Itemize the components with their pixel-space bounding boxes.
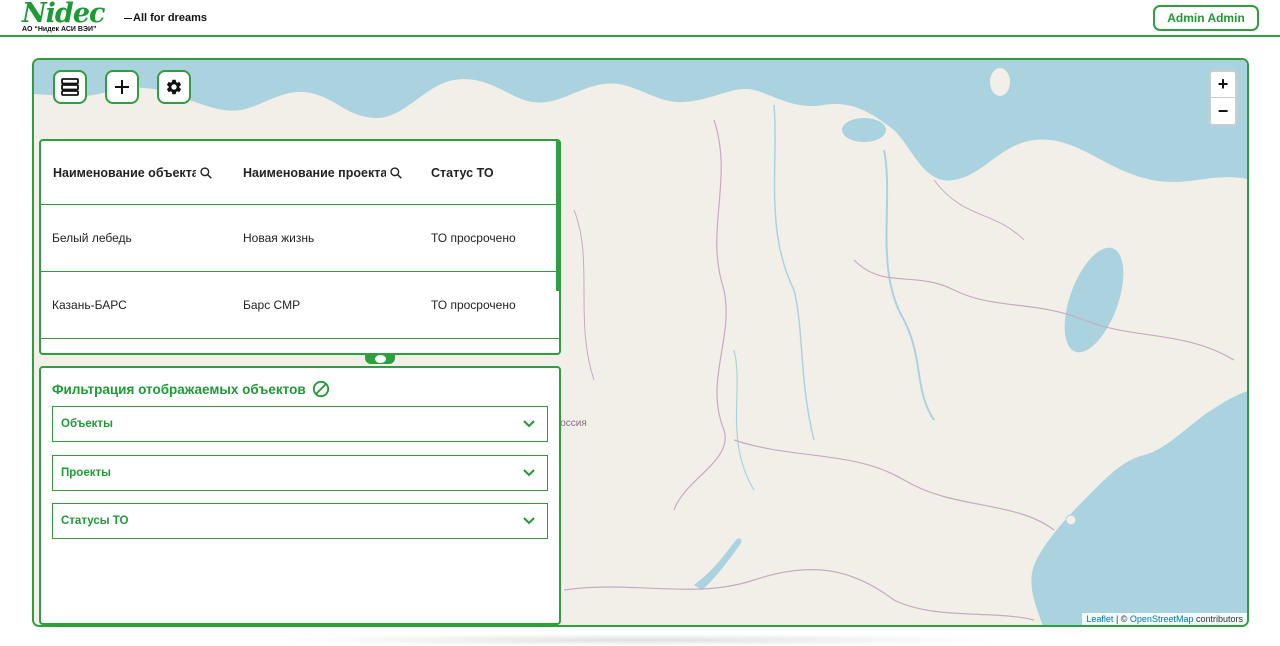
cell-status: ТО просрочено: [431, 298, 516, 312]
leaflet-link[interactable]: Leaflet: [1086, 614, 1113, 624]
search-icon[interactable]: [389, 166, 403, 180]
cell-status: ТО просрочено: [431, 231, 516, 245]
chevron-down-icon: [523, 420, 535, 428]
osm-link[interactable]: OpenStreetMap: [1130, 614, 1194, 624]
chevron-down-icon: [523, 517, 535, 525]
column-header-object[interactable]: Наименование объекта: [41, 166, 231, 180]
zoom-in-button[interactable]: +: [1211, 72, 1235, 98]
add-object-button[interactable]: [105, 70, 139, 104]
company-logo[interactable]: Nidec All for dreams АО “Нидек АСИ ВЭИ”: [22, 0, 207, 33]
table-row[interactable]: Белый лебедь Новая жизнь ТО просрочено: [41, 205, 559, 272]
settings-button[interactable]: [157, 70, 191, 104]
filter-projects-accordion[interactable]: Проекты: [52, 455, 548, 491]
list-toggle-button[interactable]: [53, 70, 87, 104]
logo-wordmark: Nidec: [22, 0, 105, 29]
plus-icon: [115, 80, 129, 94]
logo-tagline: All for dreams: [133, 12, 207, 24]
cell-project: Барс СМР: [243, 298, 301, 312]
window-shadow: [260, 634, 1020, 646]
column-header-status[interactable]: Статус ТО: [419, 166, 549, 180]
map-container[interactable]: + − Россия Наименование объекта Наименов…: [32, 58, 1249, 627]
server-list-icon: [61, 78, 79, 96]
user-menu-button[interactable]: Admin Admin: [1153, 5, 1259, 31]
filter-objects-accordion[interactable]: Объекты: [52, 406, 548, 442]
search-icon[interactable]: [199, 166, 213, 180]
table-scrollbar[interactable]: [556, 141, 559, 291]
column-header-project[interactable]: Наименование проекта: [231, 166, 419, 180]
chevron-down-icon: [523, 469, 535, 477]
zoom-control: + −: [1209, 70, 1237, 126]
map-attribution: Leaflet | © OpenStreetMap contributors: [1082, 613, 1247, 625]
cell-project: Новая жизнь: [243, 231, 315, 245]
cell-object: Казань-БАРС: [52, 298, 127, 312]
zoom-out-button[interactable]: −: [1211, 98, 1235, 124]
table-header: Наименование объекта Наименование проект…: [41, 141, 559, 205]
table-row[interactable]: Казань-БАРС Барс СМР ТО просрочено: [41, 272, 559, 339]
gear-icon: [166, 79, 182, 95]
filter-title: Фильтрация отображаемых объектов: [52, 380, 330, 398]
cell-object: Белый лебедь: [52, 231, 132, 245]
panel-resize-handle[interactable]: [365, 354, 395, 364]
objects-table-panel: Наименование объекта Наименование проект…: [39, 139, 561, 355]
filter-panel: Фильтрация отображаемых объектов Объекты…: [39, 366, 561, 625]
filter-statuses-accordion[interactable]: Статусы ТО: [52, 503, 548, 539]
app-header: Nidec All for dreams АО “Нидек АСИ ВЭИ” …: [0, 0, 1280, 37]
block-icon[interactable]: [312, 380, 330, 398]
company-name: АО “Нидек АСИ ВЭИ”: [22, 26, 97, 33]
